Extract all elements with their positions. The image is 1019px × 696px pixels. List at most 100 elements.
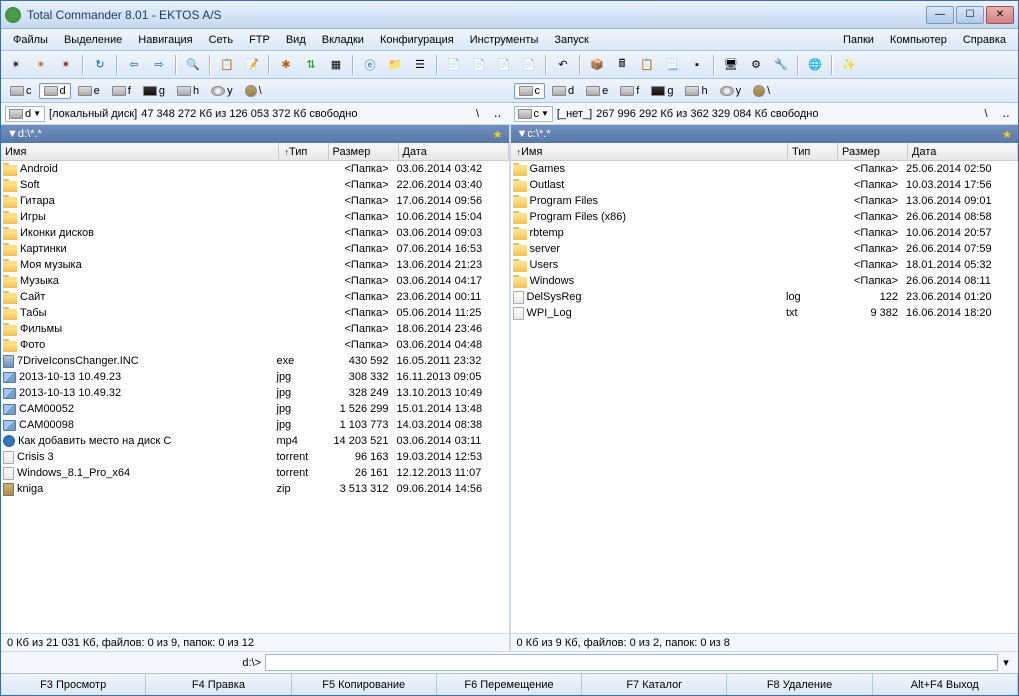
menu-навигация[interactable]: Навигация bbox=[130, 31, 200, 49]
filelist-left[interactable]: Android<Папка>03.06.2014 03:42Soft<Папка… bbox=[1, 161, 509, 633]
drive-h[interactable]: h bbox=[680, 83, 712, 99]
file-row[interactable]: Games<Папка>25.06.2014 02:50 bbox=[511, 161, 1019, 177]
filelist-right[interactable]: Games<Папка>25.06.2014 02:50Outlast<Папк… bbox=[511, 161, 1019, 633]
file-row[interactable]: Windows<Папка>26.06.2014 08:11 bbox=[511, 273, 1019, 289]
file-row[interactable]: DelSysReglog12223.06.2014 01:20 bbox=[511, 289, 1019, 305]
tab-left[interactable]: ▼d:\*.*★ bbox=[1, 125, 509, 143]
calc-icon[interactable]: 🖩 bbox=[611, 54, 633, 76]
view-icon[interactable]: ▦ bbox=[325, 54, 347, 76]
file-row[interactable]: Crisis 3torrent96 16319.03.2014 12:53 bbox=[1, 449, 509, 465]
root-icon[interactable]: \ bbox=[978, 106, 994, 122]
header-date[interactable]: Дата bbox=[399, 143, 509, 160]
gear2-icon[interactable]: ✴ bbox=[30, 54, 52, 76]
tab-right[interactable]: ▼c:\*.*★ bbox=[511, 125, 1019, 143]
file-row[interactable]: 2013-10-13 10.49.32jpg328 24913.10.2013 … bbox=[1, 385, 509, 401]
drive-c[interactable]: c bbox=[5, 83, 37, 99]
menu-ftp[interactable]: FTP bbox=[241, 31, 278, 49]
drive-c[interactable]: c bbox=[514, 83, 546, 99]
header-size[interactable]: Размер bbox=[329, 143, 399, 160]
file-row[interactable]: Моя музыка<Папка>13.06.2014 21:23 bbox=[1, 257, 509, 273]
drive-y[interactable]: y bbox=[206, 83, 238, 99]
menu-файлы[interactable]: Файлы bbox=[5, 31, 56, 49]
file-row[interactable]: Program Files<Папка>13.06.2014 09:01 bbox=[511, 193, 1019, 209]
file-row[interactable]: Android<Папка>03.06.2014 03:42 bbox=[1, 161, 509, 177]
up-icon[interactable]: ‥ bbox=[490, 106, 506, 122]
drive-e[interactable]: e bbox=[73, 83, 105, 99]
header-size[interactable]: Размер bbox=[838, 143, 908, 160]
header-ext[interactable]: ↑Тип bbox=[279, 143, 329, 160]
doc3-icon[interactable]: 📄 bbox=[493, 54, 515, 76]
folder-icon[interactable]: 📁 bbox=[384, 54, 406, 76]
root-icon[interactable]: \ bbox=[470, 106, 486, 122]
archive-icon[interactable]: 📦 bbox=[586, 54, 608, 76]
sort-icon[interactable]: ⇅ bbox=[300, 54, 322, 76]
gear3-icon[interactable]: ✴ bbox=[55, 54, 77, 76]
drive-\[interactable]: \ bbox=[748, 83, 775, 99]
drive-d[interactable]: d bbox=[547, 83, 579, 99]
drive-g[interactable]: g bbox=[138, 83, 170, 99]
file-row[interactable]: Фото<Папка>03.06.2014 04:48 bbox=[1, 337, 509, 353]
drive-y[interactable]: y bbox=[715, 83, 747, 99]
fn-f8[interactable]: F8 Удаление bbox=[727, 674, 872, 695]
favorite-icon[interactable]: ★ bbox=[493, 128, 503, 141]
up-icon[interactable]: ‥ bbox=[998, 106, 1014, 122]
file-row[interactable]: CAM00098jpg1 103 77314.03.2014 08:38 bbox=[1, 417, 509, 433]
select-icon[interactable]: ✱ bbox=[275, 54, 297, 76]
command-history-icon[interactable]: ▾ bbox=[998, 656, 1014, 669]
fn-f4[interactable]: F4 Правка bbox=[146, 674, 291, 695]
close-button[interactable]: ✕ bbox=[986, 6, 1014, 24]
menu-вид[interactable]: Вид bbox=[278, 31, 314, 49]
maximize-button[interactable]: ☐ bbox=[956, 6, 984, 24]
gear1-icon[interactable]: ✴ bbox=[5, 54, 27, 76]
file-row[interactable]: CAM00052jpg1 526 29915.01.2014 13:48 bbox=[1, 401, 509, 417]
tool-icon[interactable]: 🔧 bbox=[770, 54, 792, 76]
doc1-icon[interactable]: 📄 bbox=[443, 54, 465, 76]
file-row[interactable]: rbtemp<Папка>10.06.2014 20:57 bbox=[511, 225, 1019, 241]
fn-f7[interactable]: F7 Каталог bbox=[582, 674, 727, 695]
file-row[interactable]: Фильмы<Папка>18.06.2014 23:46 bbox=[1, 321, 509, 337]
menu-вкладки[interactable]: Вкладки bbox=[314, 31, 372, 49]
header-name[interactable]: ↑Имя bbox=[511, 143, 789, 160]
drive-selector-left[interactable]: d ▼ bbox=[5, 106, 45, 122]
edit-icon[interactable]: 📝 bbox=[241, 54, 263, 76]
command-input[interactable] bbox=[265, 654, 998, 671]
drive-f[interactable]: f bbox=[107, 83, 136, 99]
file-row[interactable]: Users<Папка>18.01.2014 05:32 bbox=[511, 257, 1019, 273]
menu-компьютер[interactable]: Компьютер bbox=[882, 31, 955, 49]
page-icon[interactable]: 📃 bbox=[661, 54, 683, 76]
note-icon[interactable]: 📋 bbox=[636, 54, 658, 76]
doc4-icon[interactable]: 📄 bbox=[518, 54, 540, 76]
drive-f[interactable]: f bbox=[615, 83, 644, 99]
minimize-button[interactable]: — bbox=[926, 6, 954, 24]
fn-f3[interactable]: F3 Просмотр bbox=[1, 674, 146, 695]
file-row[interactable]: Табы<Папка>05.06.2014 11:25 bbox=[1, 305, 509, 321]
fn-f6[interactable]: F6 Перемещение bbox=[437, 674, 582, 695]
search-icon[interactable]: 🔍 bbox=[182, 54, 204, 76]
drive-h[interactable]: h bbox=[172, 83, 204, 99]
copy-icon[interactable]: 📋 bbox=[216, 54, 238, 76]
list-icon[interactable]: ☰ bbox=[409, 54, 431, 76]
menu-сеть[interactable]: Сеть bbox=[201, 31, 241, 49]
header-ext[interactable]: Тип bbox=[788, 143, 838, 160]
file-row[interactable]: Гитара<Папка>17.06.2014 09:56 bbox=[1, 193, 509, 209]
back-icon[interactable]: ⇦ bbox=[123, 54, 145, 76]
file-row[interactable]: Иконки дисков<Папка>03.06.2014 09:03 bbox=[1, 225, 509, 241]
menu-папки[interactable]: Папки bbox=[835, 31, 882, 49]
drive-d[interactable]: d bbox=[39, 83, 71, 99]
fn-alt+f4[interactable]: Alt+F4 Выход bbox=[873, 674, 1018, 695]
file-row[interactable]: Картинки<Папка>07.06.2014 16:53 bbox=[1, 241, 509, 257]
file-row[interactable]: Сайт<Папка>23.06.2014 00:11 bbox=[1, 289, 509, 305]
favorite-icon[interactable]: ★ bbox=[1002, 128, 1012, 141]
wand-icon[interactable]: ✨ bbox=[838, 54, 860, 76]
drive-\[interactable]: \ bbox=[240, 83, 267, 99]
file-row[interactable]: Как добавить место на диск Сmp414 203 52… bbox=[1, 433, 509, 449]
drive-selector-right[interactable]: c ▼ bbox=[514, 106, 553, 122]
file-row[interactable]: Игры<Папка>10.06.2014 15:04 bbox=[1, 209, 509, 225]
file-row[interactable]: knigazip3 513 31209.06.2014 14:56 bbox=[1, 481, 509, 497]
menu-конфигурация[interactable]: Конфигурация bbox=[372, 31, 462, 49]
file-row[interactable]: WPI_Logtxt9 38216.06.2014 18:20 bbox=[511, 305, 1019, 321]
config-icon[interactable]: ⚙ bbox=[745, 54, 767, 76]
menu-запуск[interactable]: Запуск bbox=[546, 31, 596, 49]
cmd-icon[interactable]: ▪ bbox=[686, 54, 708, 76]
drive-g[interactable]: g bbox=[646, 83, 678, 99]
